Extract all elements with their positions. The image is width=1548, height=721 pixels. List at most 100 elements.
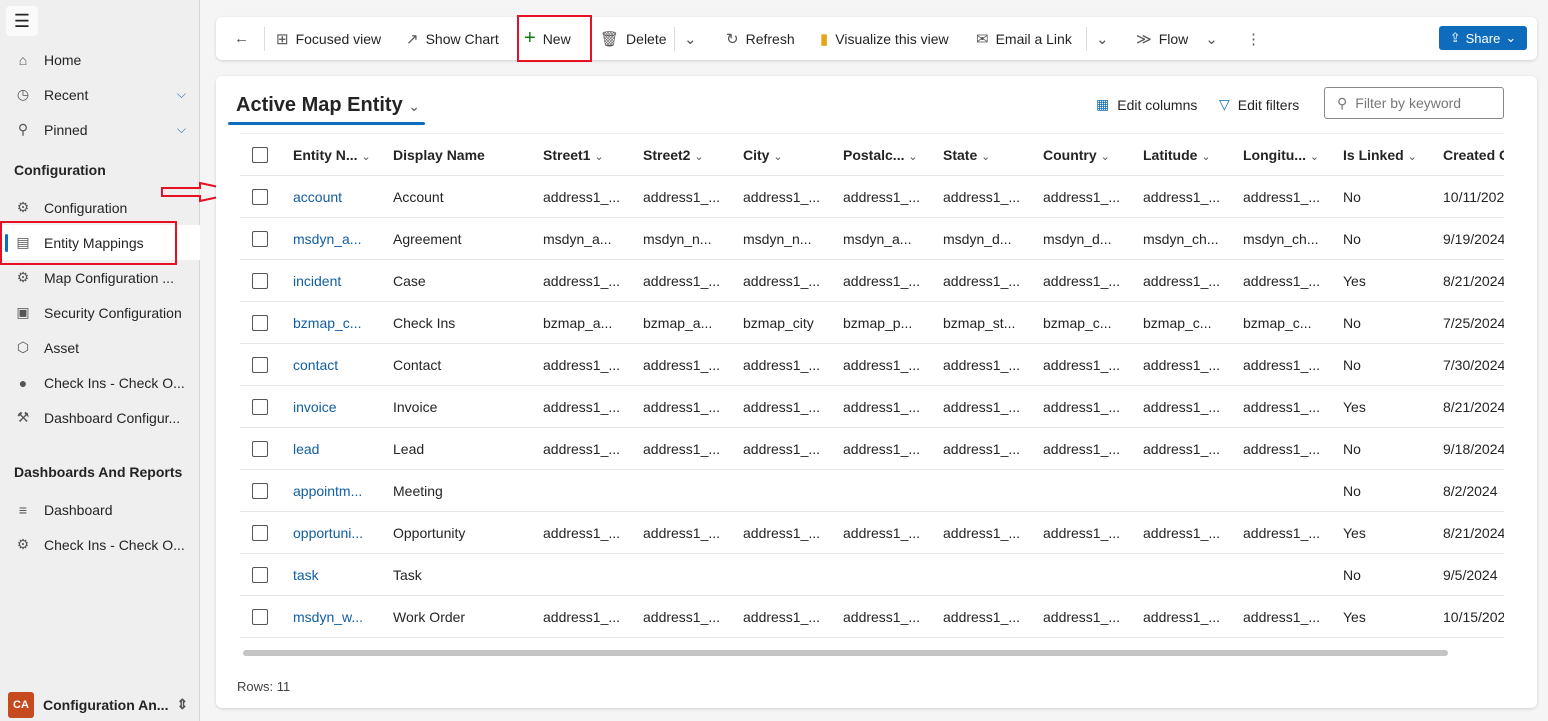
table-cell: address1_... [743,399,821,415]
entity-link[interactable]: incident [293,260,385,302]
row-checkbox[interactable] [252,189,268,205]
sidebar-item-pinned[interactable]: ⚲ Pinned ⌵ [0,112,200,147]
table-cell: msdyn_ch... [1143,231,1219,247]
row-checkbox[interactable] [252,525,268,541]
table-row[interactable]: lead Lead address1_... address1_... address1… [240,428,1504,470]
table-row[interactable]: appointm... Meeting No 8/2/2024 [240,470,1504,512]
sidebar: ☰ ⌂ Home ◷ Recent ⌵ ⚲ Pinned ⌵ Configuration ⚙ C… [0,0,200,721]
filter-keyword-input[interactable]: ⚲ Filter by keyword [1324,87,1504,119]
entity-link[interactable]: msdyn_a... [293,218,385,260]
table-cell [943,554,1035,596]
row-checkbox[interactable] [252,567,268,583]
dashboard-icon: ≡ [18,501,28,518]
row-checkbox[interactable] [252,357,268,373]
table-cell: address1_... [843,441,921,457]
sidebar-item-label: Map Configuration ... [44,269,174,286]
sidebar-item-check-ins-check-o[interactable]: ● Check Ins - Check O... [0,365,200,400]
table-row[interactable]: invoice Invoice address1_... address1_... ad… [240,386,1504,428]
delete-button[interactable]: 🗑 Delete [600,17,667,60]
area-switcher[interactable]: CA Configuration An... ⇕ [0,688,200,721]
show-chart-button[interactable]: ↗ Show Chart [406,17,499,60]
column-header[interactable]: Street2 ⌄ [643,134,739,176]
view-selector[interactable]: Active Map Entity ⌄ [236,94,420,117]
table-cell: address1_... [543,525,621,541]
sidebar-item-security-configuration[interactable]: ▣ Security Configuration [0,295,200,330]
table-row[interactable]: msdyn_w... Work Order address1_... address1… [240,596,1504,638]
email-link-button[interactable]: ✉ Email a Link [976,17,1072,60]
table-row[interactable]: bzmap_c... Check Ins bzmap_a... bzmap_a... b… [240,302,1504,344]
visualize-button[interactable]: ▮ Visualize this view [820,17,949,60]
column-header[interactable]: Display Name ↑ ⌄ [393,134,489,176]
column-header[interactable]: Latitude ⌄ [1143,134,1239,176]
hamburger-menu-button[interactable]: ☰ [6,6,38,36]
table-row[interactable]: msdyn_a... Agreement msdyn_a... msdyn_n... m… [240,218,1504,260]
table-cell: address1_... [1043,189,1121,205]
more-commands-button[interactable]: ⋮ [1246,17,1261,60]
entity-link[interactable]: lead [293,428,385,470]
share-button[interactable]: ⇪ Share ⌄ [1439,26,1527,50]
sidebar-item-home[interactable]: ⌂ Home [0,42,200,77]
refresh-button[interactable]: ↻ Refresh [726,17,795,60]
table-row[interactable]: opportuni... Opportunity address1_... addre… [240,512,1504,554]
table-row[interactable]: incident Case address1_... address1_... addr… [240,260,1504,302]
table-row[interactable]: account Account address1_... address1_... ad… [240,176,1504,218]
chevron-down-icon[interactable]: ⌵ [177,122,186,137]
horizontal-scrollbar[interactable] [243,650,1448,656]
sidebar-item-asset[interactable]: ⬡ Asset [0,330,200,365]
more-delete-chevron[interactable]: ⌄ [684,17,697,60]
entity-link[interactable]: opportuni... [293,512,385,554]
table-cell: address1_... [1043,399,1121,415]
row-checkbox[interactable] [252,273,268,289]
entity-link[interactable]: appointm... [293,470,385,512]
refresh-label: Refresh [745,30,795,47]
table-cell: Yes [1343,525,1366,541]
column-header[interactable]: Country ⌄ [1043,134,1139,176]
column-header[interactable]: Longitu... ⌄ [1243,134,1339,176]
column-header[interactable]: City ⌄ [743,134,839,176]
table-cell: address1_... [743,273,821,289]
entity-link[interactable]: task [293,554,385,596]
chevron-down-icon: ⌄ [1096,30,1109,48]
focused-view-button[interactable]: ⊞ Focused view [276,17,381,60]
column-header-label: Display Name [393,147,485,163]
table-cell: bzmap_p... [843,315,913,331]
sidebar-item-label: Home [44,51,82,68]
entity-link[interactable]: account [293,176,385,218]
email-chevron[interactable]: ⌄ [1096,17,1109,60]
powerbi-icon: ▮ [820,30,829,48]
edit-filters-button[interactable]: ▽ Edit filters [1219,96,1299,113]
row-checkbox[interactable] [252,483,268,499]
select-all-checkbox[interactable] [252,147,268,163]
column-header[interactable]: Postalc... ⌄ [843,134,939,176]
column-header[interactable]: Entity N... ⌄ [293,134,389,176]
entity-link[interactable]: bzmap_c... [293,302,385,344]
row-checkbox[interactable] [252,399,268,415]
table-row[interactable]: contact Contact address1_... address1_... ad… [240,344,1504,386]
row-checkbox[interactable] [252,315,268,331]
sidebar-item-map-configuration[interactable]: ⚙ Map Configuration ... [0,260,200,295]
sidebar-item-check-ins-check-o[interactable]: ⚙ Check Ins - Check O... [0,527,200,562]
entity-link[interactable]: msdyn_w... [293,596,385,638]
column-header[interactable]: State ⌄ [943,134,1039,176]
table-cell [643,470,735,512]
table-cell [943,470,1035,512]
sidebar-item-dashboard[interactable]: ≡ Dashboard [0,492,200,527]
search-icon: ⚲ [1337,94,1348,111]
flow-button[interactable]: ≫ Flow ⌄ [1136,17,1218,60]
back-button[interactable]: ← [234,17,249,60]
sidebar-item-recent[interactable]: ◷ Recent ⌵ [0,77,200,112]
column-header[interactable]: Created C [1443,134,1504,176]
row-checkbox[interactable] [252,441,268,457]
row-checkbox[interactable] [252,231,268,247]
entity-link[interactable]: contact [293,344,385,386]
column-header[interactable]: Street1 ⌄ [543,134,639,176]
edit-columns-button[interactable]: ▦ Edit columns [1096,96,1197,113]
chevron-down-icon[interactable]: ⌵ [177,87,186,102]
table-row[interactable]: task Task No 9/5/2024 [240,554,1504,596]
table-cell [543,470,635,512]
sidebar-item-dashboard-configur[interactable]: ⚒ Dashboard Configur... [0,400,200,435]
entity-link[interactable]: invoice [293,386,385,428]
table-cell: bzmap_a... [543,315,613,331]
column-header[interactable]: Is Linked ⌄ [1343,134,1439,176]
row-checkbox[interactable] [252,609,268,625]
